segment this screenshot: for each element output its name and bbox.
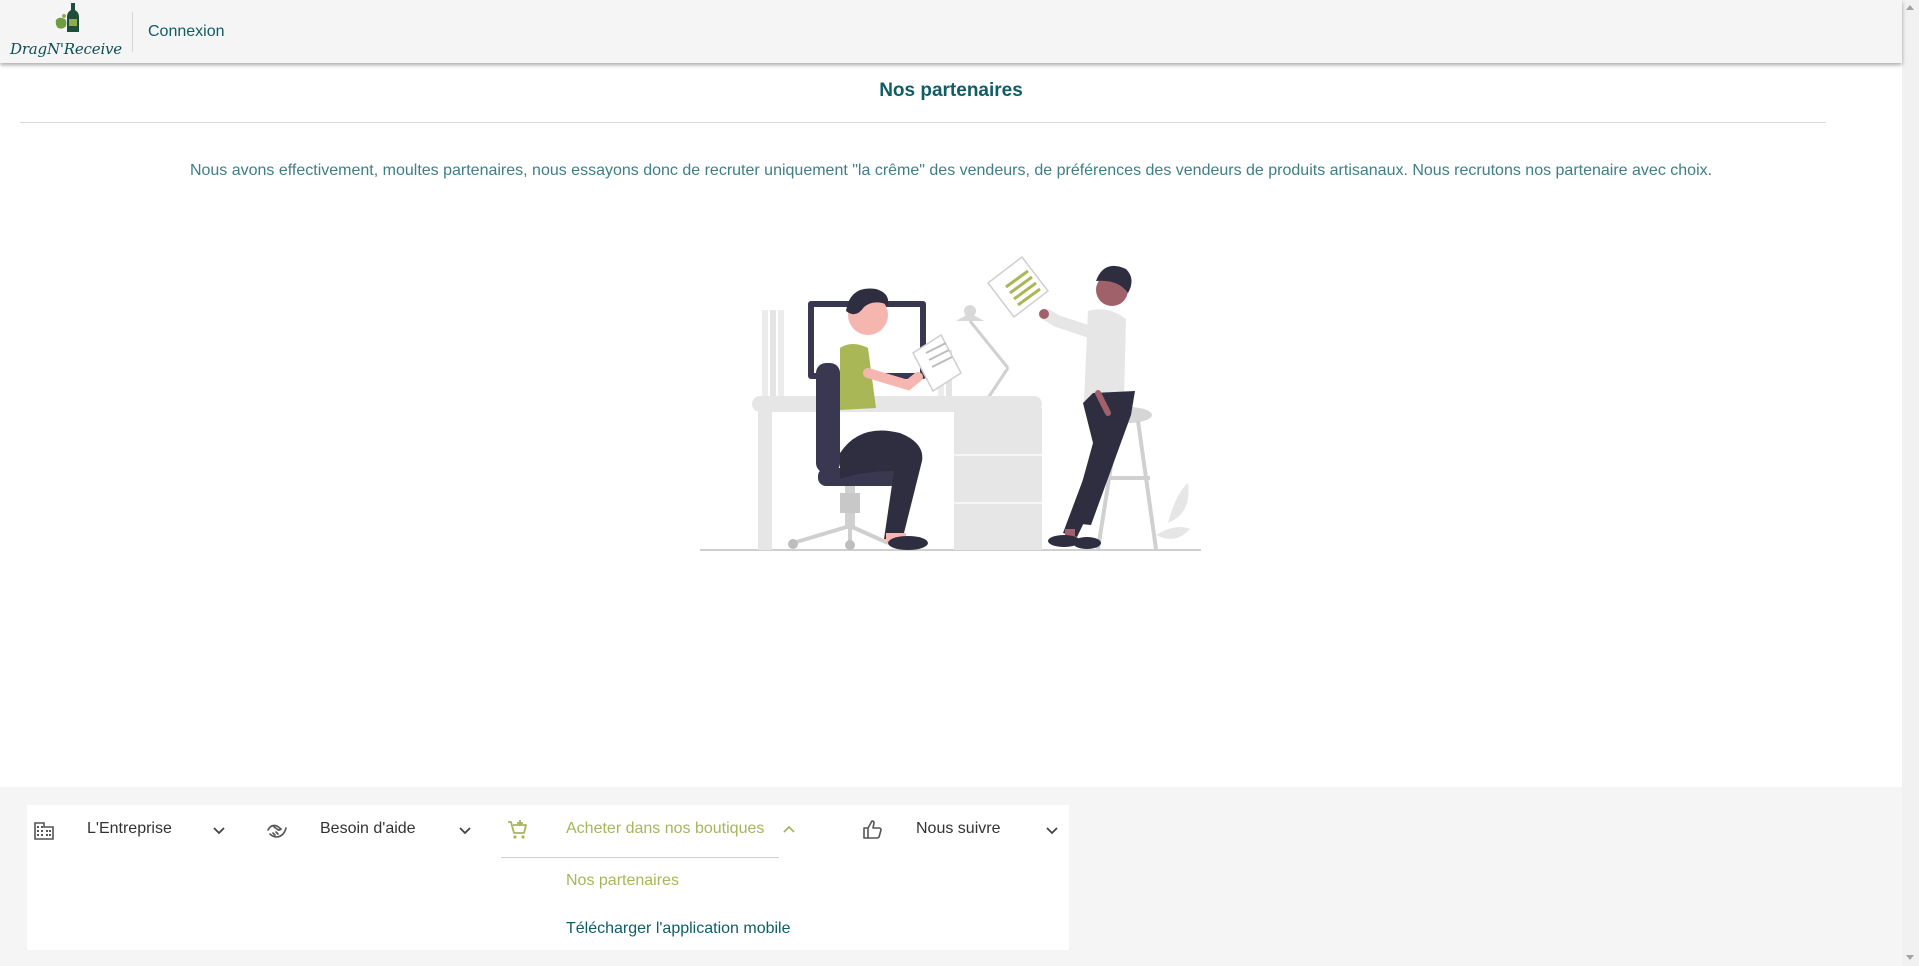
bottle-logo-icon [55,3,79,32]
title-divider [20,122,1826,123]
cart-icon [508,820,527,839]
scroll-up-arrow-icon[interactable] [1906,5,1914,10]
chevron-down-icon [1046,827,1058,835]
page-title: Nos partenaires [879,80,1023,101]
footer-group-entreprise[interactable]: L'Entreprise [27,805,242,855]
chevron-up-icon [783,825,795,833]
footer-group-shop[interactable]: Acheter dans nos boutiques [501,805,846,855]
submenu-item-partners[interactable]: Nos partenaires [566,872,679,890]
footer-group-label: L'Entreprise [87,820,172,837]
brand-logo-text: DragN'Receive [10,40,122,58]
footer-group-label: Besoin d'aide [320,820,416,837]
footer-navigation: L'Entreprise Besoin d'aide Acheter dans … [27,805,1069,950]
chevron-down-icon [213,827,225,835]
footer-group-label: Nous suivre [916,820,1001,837]
main-content: Nos partenaires Nous avons effectivement… [0,63,1902,787]
building-icon [34,822,54,840]
login-link[interactable]: Connexion [148,23,225,41]
scroll-down-arrow-icon[interactable] [1906,955,1914,960]
submenu-item-download-app[interactable]: Télécharger l'application mobile [566,920,791,938]
page-description: Nous avons effectivement, moultes parten… [189,162,1713,179]
thumbs-up-icon [863,820,882,839]
header-divider [132,11,133,52]
footer-group-label: Acheter dans nos boutiques [566,820,765,837]
footer-group-follow[interactable]: Nous suivre [859,805,1069,855]
vertical-scrollbar[interactable] [1902,0,1919,966]
handshake-icon [267,824,287,838]
brand-logo[interactable]: DragN'Receive [0,0,132,63]
chevron-down-icon [459,827,471,835]
partners-illustration [700,255,1201,551]
expanded-group-divider [501,857,779,858]
top-app-bar: DragN'Receive Connexion [0,0,1902,63]
footer-group-help[interactable]: Besoin d'aide [262,805,492,855]
